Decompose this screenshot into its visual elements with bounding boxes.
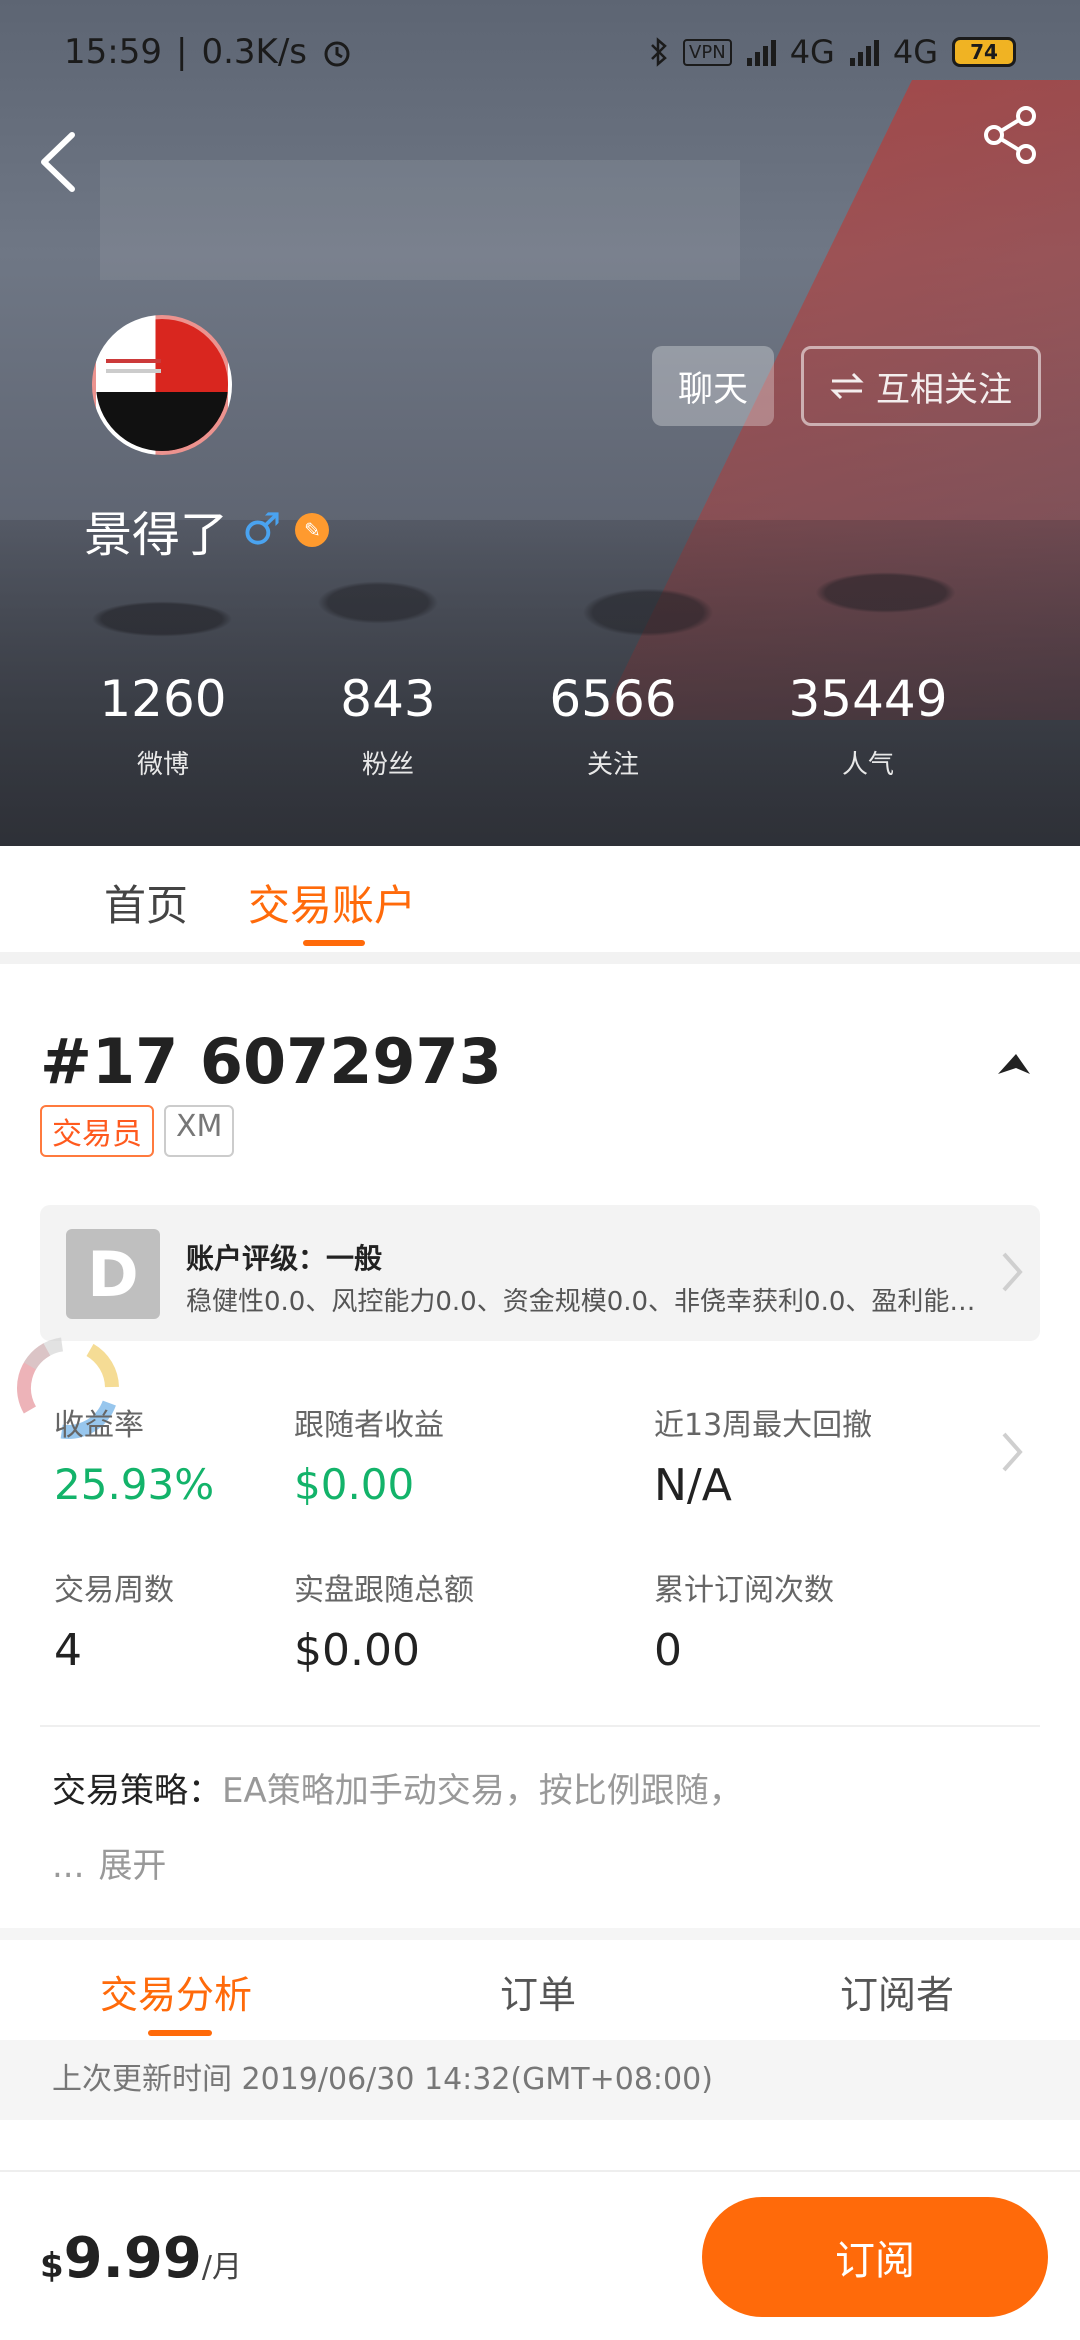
metric-value: 25.93% [54, 1460, 215, 1509]
stat-label: 关注 [586, 750, 639, 780]
male-gender-icon: ♂ [242, 504, 282, 555]
metric-value: $0.00 [294, 1460, 415, 1509]
divider [40, 1725, 1040, 1727]
metric-value: 4 [54, 1625, 82, 1676]
subscribe-button[interactable]: 订阅 [702, 2197, 1048, 2317]
active-tab-indicator [148, 2030, 212, 2036]
status-time: 15:59 [64, 32, 162, 72]
metric-max-drawdown[interactable]: 近13周最大回撤 N/A [654, 1400, 872, 1511]
chevron-right-icon [1002, 1252, 1023, 1292]
metric-label: 近13周最大回撤 [654, 1408, 873, 1443]
trading-strategy: 交易策略：EA策略加手动交易，按比例跟随， [52, 1763, 743, 1812]
stat-value: 1260 [99, 670, 227, 728]
section-divider [0, 952, 1080, 964]
vpn-indicator: VPN [683, 38, 732, 66]
metric-trading-weeks: 交易周数 4 [54, 1565, 174, 1676]
stat-value: 6566 [549, 670, 677, 728]
strategy-more: ... 展开 [52, 1838, 166, 1887]
avatar[interactable] [92, 315, 232, 455]
stat-label: 微博 [136, 750, 189, 780]
price-amount: 9.99 [63, 2226, 202, 2291]
metric-value: N/A [654, 1460, 732, 1511]
rating-title: 账户评级：一般 [186, 1242, 383, 1275]
bluetooth-icon [651, 37, 667, 67]
follow-button-label: 互相关注 [876, 369, 1012, 410]
price-unit: /月 [201, 2250, 242, 2285]
stat-fans[interactable]: 843 粉丝 [288, 670, 488, 781]
background-banner [100, 160, 740, 280]
battery-icon: 74 [952, 37, 1016, 67]
username-row: 景得了 ♂ ✎ [84, 495, 330, 565]
collapse-triangle-icon[interactable] [996, 1052, 1032, 1076]
stat-popularity: 35449 人气 [768, 670, 968, 781]
active-tab-indicator [303, 940, 365, 946]
share-icon[interactable] [980, 104, 1042, 166]
last-update-time: 上次更新时间 2019/06/30 14:32(GMT+08:00) [0, 2040, 1080, 2120]
trader-tag: 交易员 [40, 1105, 154, 1157]
expand-link[interactable]: 展开 [98, 1846, 166, 1886]
stat-following[interactable]: 6566 关注 [513, 670, 713, 781]
metric-subscription-count: 累计订阅次数 0 [654, 1565, 834, 1676]
stat-weibo[interactable]: 1260 微博 [63, 670, 263, 781]
tab-trading-account[interactable]: 交易账户 [248, 872, 416, 933]
strategy-ellipsis: ... [52, 1846, 85, 1886]
rating-description: 稳健性0.0、风控能力0.0、资金规模0.0、非侥幸获利0.0、盈利能力0.0 [186, 1287, 976, 1317]
stat-label: 粉丝 [361, 750, 414, 780]
metric-return: 收益率 25.93% [54, 1400, 214, 1509]
tab-trading-analysis[interactable]: 交易分析 [100, 1964, 252, 2019]
signal-icon [746, 40, 776, 66]
profile-stats: 1260 微博 843 粉丝 6566 关注 35449 人气 [0, 670, 1080, 800]
status-bar: 15:59 | 0.3K/s VPN 4G 4G 74 [0, 22, 1080, 82]
status-divider: | [175, 32, 188, 72]
battery-level: 74 [970, 40, 998, 64]
price-currency: $ [40, 2246, 64, 2286]
status-net-speed: 0.3K/s [201, 32, 307, 72]
username: 景得了 [84, 507, 229, 563]
chat-button[interactable]: 聊天 [652, 346, 774, 426]
network-type-1: 4G [789, 33, 835, 71]
stat-label: 人气 [841, 750, 894, 780]
avatar-detail [106, 359, 161, 363]
network-type-2: 4G [892, 33, 938, 71]
chevron-right-icon[interactable] [1000, 1430, 1024, 1474]
account-rating-card[interactable]: D 账户评级：一般 稳健性0.0、风控能力0.0、资金规模0.0、非侥幸获利0.… [40, 1205, 1040, 1341]
subscription-price: $ 9.99 /月 [40, 2226, 242, 2291]
signal-icon-2 [849, 40, 879, 66]
strategy-label: 交易策略： [52, 1771, 222, 1811]
follow-button[interactable]: 互相关注 [801, 346, 1041, 426]
profile-tabs: 首页 交易账户 [0, 846, 1080, 956]
tab-orders[interactable]: 订单 [500, 1964, 576, 2019]
avatar-detail-shadow [96, 391, 228, 451]
alarm-icon [324, 41, 350, 67]
metric-label: 实盘跟随总额 [294, 1573, 474, 1608]
metric-label: 交易周数 [54, 1573, 174, 1608]
rating-grade: D [66, 1229, 160, 1319]
broker-tag: XM [164, 1105, 235, 1157]
account-tags: 交易员 XM [40, 1105, 235, 1157]
metric-label: 收益率 [54, 1408, 144, 1443]
stat-value: 843 [340, 670, 436, 728]
analysis-tabs: 交易分析 订单 订阅者 [0, 1940, 1080, 2040]
metric-value: $0.00 [294, 1625, 420, 1676]
metric-follower-profit: 跟随者收益 $0.00 [294, 1400, 444, 1509]
tab-subscribers[interactable]: 订阅者 [840, 1964, 954, 2019]
subscribe-bar: $ 9.99 /月 订阅 [0, 2170, 1080, 2340]
metric-label: 累计订阅次数 [654, 1573, 834, 1608]
account-number: #17 6072973 [40, 1025, 502, 1098]
metric-label: 跟随者收益 [294, 1408, 444, 1443]
metric-value: 0 [654, 1625, 682, 1676]
back-arrow-icon[interactable] [30, 125, 90, 200]
swap-arrows-icon [830, 372, 864, 400]
tab-home[interactable]: 首页 [104, 872, 188, 933]
strategy-text: EA策略加手动交易，按比例跟随， [222, 1771, 743, 1811]
stat-value: 35449 [788, 670, 948, 728]
section-divider [0, 1928, 1080, 1940]
metric-follow-total: 实盘跟随总额 $0.00 [294, 1565, 474, 1676]
verified-badge-icon: ✎ [295, 513, 330, 547]
